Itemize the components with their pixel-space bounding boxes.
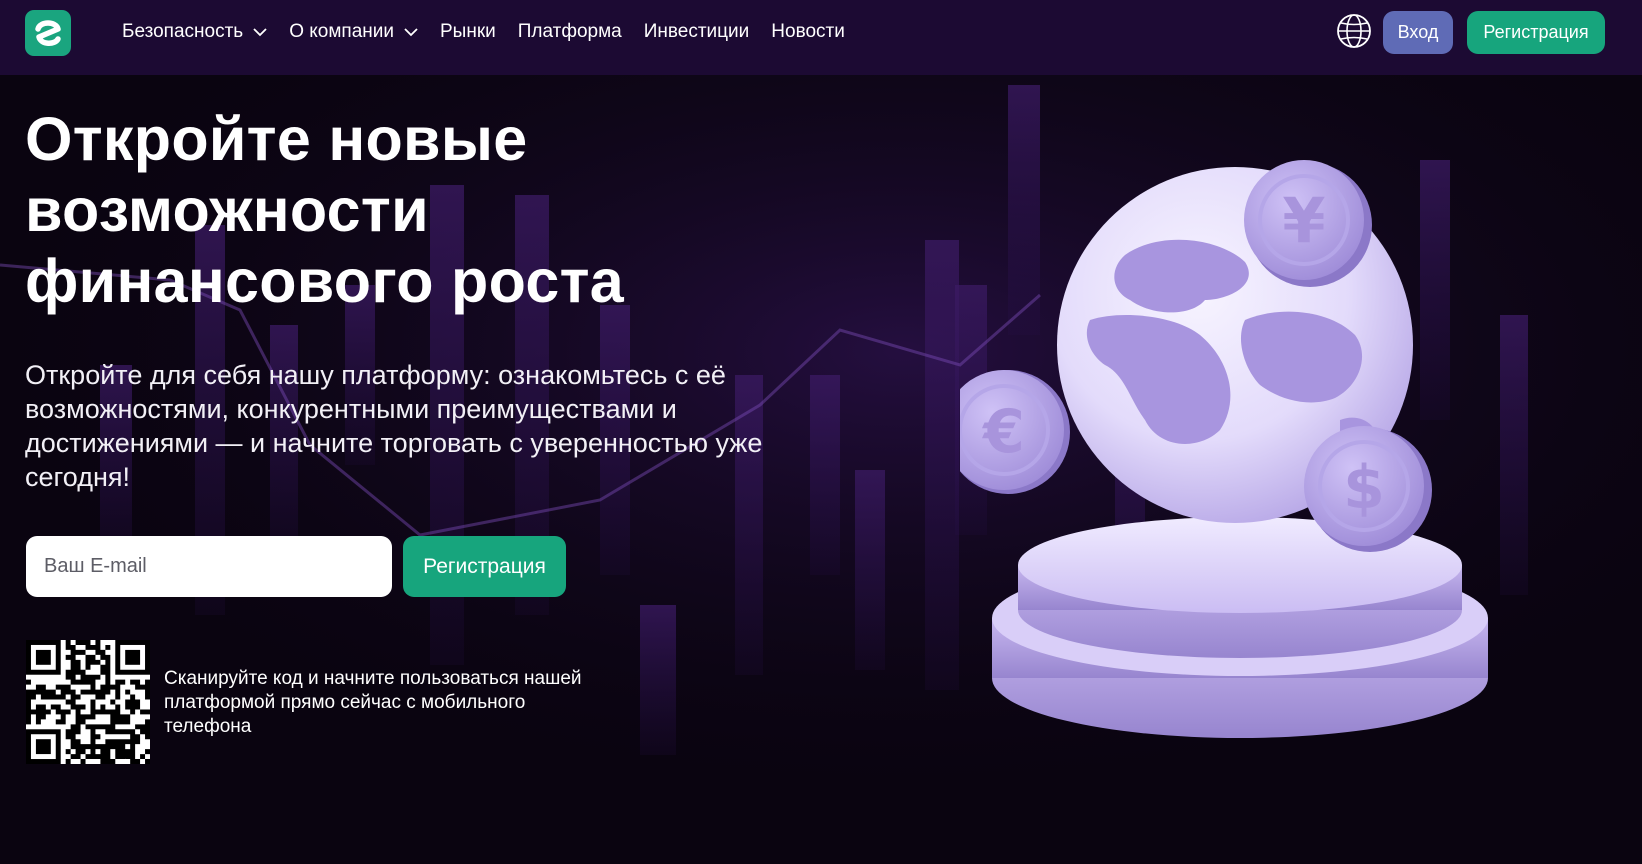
globe-coins-illustration: ¥ € $ [960, 160, 1488, 738]
nav-item-platform[interactable]: Платформа [518, 21, 622, 43]
hero-title: Откройте новые возможности финансового р… [25, 104, 624, 317]
coin-symbol: € [981, 397, 1025, 467]
hero-title-line: возможности [25, 176, 429, 244]
email-input[interactable] [26, 536, 392, 597]
chevron-down-icon [253, 21, 267, 43]
brand-logo-icon[interactable] [25, 10, 71, 56]
nav-item-label: Платформа [517, 21, 622, 42]
hero-register-button[interactable]: Регистрация [403, 536, 566, 597]
nav-item-label: Рынки [440, 21, 496, 42]
nav-item-about[interactable]: О компании [289, 21, 418, 43]
nav-item-label: О компании [289, 21, 394, 42]
register-button[interactable]: Регистрация [1467, 11, 1605, 54]
euro-coin: € [960, 370, 1070, 494]
top-navbar: Безопасность О компании Рынки Платформа … [0, 0, 1642, 75]
globe-icon[interactable] [1336, 13, 1372, 49]
nav-item-label: Инвестиции [643, 21, 750, 42]
nav-item-security[interactable]: Безопасность [122, 21, 267, 43]
login-button[interactable]: Вход [1383, 11, 1453, 54]
nav-item-label: Безопасность [122, 21, 244, 42]
coin-symbol: $ [1343, 453, 1385, 523]
nav-item-markets[interactable]: Рынки [440, 21, 496, 43]
hero-title-line: финансового роста [25, 247, 624, 315]
hero-description: Откройте для себя нашу платформу: ознако… [25, 360, 763, 492]
nav-item-investments[interactable]: Инвестиции [644, 21, 750, 43]
main-nav: Безопасность О компании Рынки Платформа … [122, 0, 845, 64]
qr-code-icon [26, 640, 150, 764]
nav-item-label: Новости [771, 21, 845, 42]
hero-title-line: Откройте новые [25, 105, 528, 173]
qr-caption: Сканируйте код и начните пользоваться на… [164, 668, 582, 737]
nav-item-news[interactable]: Новости [771, 21, 845, 43]
coin-symbol: ¥ [1282, 184, 1325, 257]
chevron-down-icon [404, 21, 418, 43]
